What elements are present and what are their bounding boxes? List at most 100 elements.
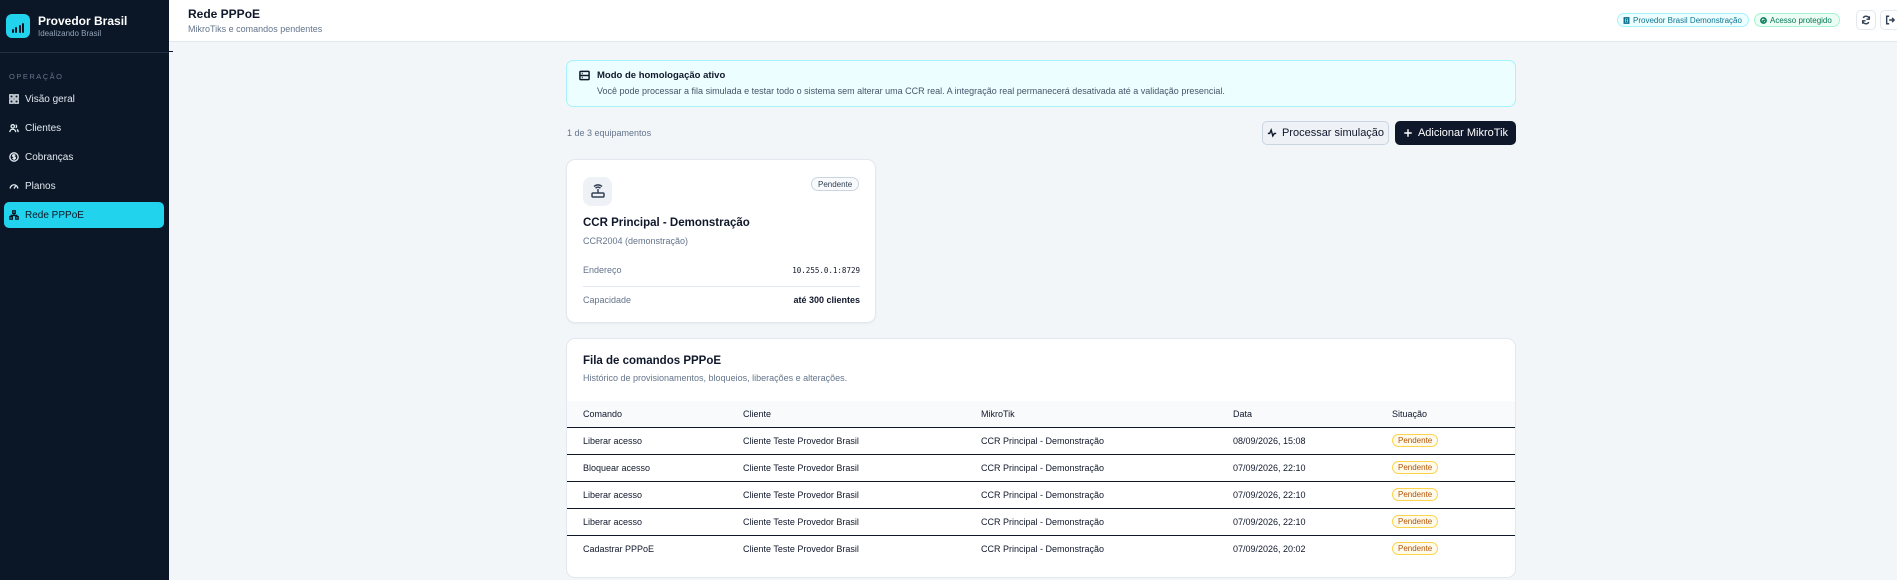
shield-check-icon xyxy=(1760,16,1767,24)
sidebar-item-plans[interactable]: Planos xyxy=(4,173,164,199)
page-subtitle: MikroTiks e comandos pendentes xyxy=(188,24,323,34)
cell-status: Pendente xyxy=(1392,481,1515,509)
cell-date: 07/09/2026, 22:10 xyxy=(1233,508,1392,536)
cell-status: Pendente xyxy=(1392,427,1515,455)
network-icon xyxy=(9,210,19,220)
brand-subtitle: Idealizando Brasil xyxy=(38,28,102,38)
table-row[interactable]: Liberar acesso Cliente Teste Provedor Br… xyxy=(567,427,1515,455)
column-header-mikrotik: MikroTik xyxy=(981,401,1233,428)
status-badge: Pendente xyxy=(1392,542,1439,556)
refresh-button[interactable] xyxy=(1856,10,1876,30)
column-header-status: Situação xyxy=(1392,401,1515,428)
sidebar-item-label: Visão geral xyxy=(25,93,75,105)
cell-status: Pendente xyxy=(1392,454,1515,482)
users-icon xyxy=(9,124,19,133)
activity-icon xyxy=(1267,128,1277,138)
add-mikrotik-button[interactable]: Adicionar MikroTik xyxy=(1395,121,1516,145)
command-queue-card: Fila de comandos PPPoE Histórico de prov… xyxy=(566,338,1516,578)
cell-command: Cadastrar PPPoE xyxy=(583,543,655,554)
process-simulation-label: Processar simulação xyxy=(1281,127,1385,139)
cell-client: Cliente Teste Provedor Brasil xyxy=(743,454,981,482)
status-badge: Pendente xyxy=(1392,461,1439,474)
device-capacity-row: Capacidade até 300 clientes xyxy=(583,290,860,310)
capacity-label: Capacidade xyxy=(583,295,632,305)
top-header: Rede PPPoE MikroTiks e comandos pendente… xyxy=(169,0,1897,42)
queue-subtitle: Histórico de provisionamentos, bloqueios… xyxy=(583,373,848,383)
dollar-circle-icon xyxy=(9,152,19,162)
cell-date: 08/09/2026, 15:08 xyxy=(1233,427,1392,455)
address-label: Endereço xyxy=(583,265,622,275)
notice-title: Modo de homologação ativo xyxy=(597,70,726,81)
grid-icon xyxy=(9,94,19,104)
column-header-date: Data xyxy=(1233,401,1392,428)
sidebar-item-pppoe-network[interactable]: Rede PPPoE xyxy=(4,202,164,228)
device-model: CCR2004 (demonstração) xyxy=(583,236,689,246)
command-queue-table: Comando Cliente MikroTik Data Situação L… xyxy=(567,401,1515,562)
cell-date: 07/09/2026, 22:10 xyxy=(1233,481,1392,509)
column-header-client: Cliente xyxy=(743,401,981,428)
status-badge: Pendente xyxy=(1392,515,1439,528)
cell-client: Cliente Teste Provedor Brasil xyxy=(743,543,859,554)
sidebar-edge-divider xyxy=(169,51,173,52)
cell-mikrotik: CCR Principal - Demonstração xyxy=(981,481,1233,509)
equipment-count: 1 de 3 equipamentos xyxy=(567,128,652,138)
sidebar-item-billing[interactable]: Cobranças xyxy=(4,144,164,170)
sidebar-item-clients[interactable]: Clientes xyxy=(4,115,164,141)
signal-bars-icon xyxy=(6,14,30,38)
divider xyxy=(583,286,860,287)
sidebar-item-label: Planos xyxy=(25,180,56,192)
cell-mikrotik: CCR Principal - Demonstração xyxy=(981,427,1233,455)
status-badge: Pendente xyxy=(1392,434,1439,447)
table-header-row: Comando Cliente MikroTik Data Situação xyxy=(567,401,1515,428)
mikrotik-card[interactable]: Pendente CCR Principal - Demonstração CC… xyxy=(566,159,876,323)
table-row[interactable]: Cadastrar PPPoE Cliente Teste Provedor B… xyxy=(567,535,1515,562)
gauge-icon xyxy=(9,184,19,189)
plus-icon xyxy=(1404,129,1412,137)
homologation-notice: Modo de homologação ativo Você pode proc… xyxy=(566,60,1516,107)
address-value: 10.255.0.1:8729 xyxy=(792,265,860,275)
logout-icon xyxy=(1885,15,1895,25)
server-icon xyxy=(579,70,590,81)
refresh-icon xyxy=(1861,15,1871,25)
add-mikrotik-label: Adicionar MikroTik xyxy=(1417,127,1509,139)
device-status-badge: Pendente xyxy=(811,177,860,191)
queue-title: Fila de comandos PPPoE xyxy=(583,355,722,367)
table-row[interactable]: Liberar acesso Cliente Teste Provedor Br… xyxy=(567,508,1515,536)
security-badge-label: Acesso protegido xyxy=(1770,15,1832,25)
cell-command: Liberar acesso xyxy=(567,508,743,536)
cell-mikrotik: CCR Principal - Demonstração xyxy=(981,508,1233,536)
cell-command: Liberar acesso xyxy=(567,481,743,509)
page-title: Rede PPPoE xyxy=(188,7,261,21)
table-row[interactable]: Bloquear acesso Cliente Teste Provedor B… xyxy=(567,454,1515,482)
brand-name: Provedor Brasil xyxy=(38,13,128,28)
sidebar: Provedor Brasil Idealizando Brasil OPERA… xyxy=(0,0,169,580)
capacity-value: até 300 clientes xyxy=(793,295,860,305)
sidebar-item-overview[interactable]: Visão geral xyxy=(4,86,164,112)
tenant-badge-label: Provedor Brasil Demonstração xyxy=(1633,15,1742,25)
cell-command: Bloquear acesso xyxy=(567,454,743,482)
status-badge: Pendente xyxy=(1392,488,1439,501)
cell-status: Pendente xyxy=(1392,535,1515,562)
cell-date: 07/09/2026, 20:02 xyxy=(1233,543,1306,554)
cell-client: Cliente Teste Provedor Brasil xyxy=(743,508,981,536)
notice-text: Você pode processar a fila simulada e te… xyxy=(597,86,1225,96)
building-icon xyxy=(1623,16,1630,24)
cell-client: Cliente Teste Provedor Brasil xyxy=(743,481,981,509)
nav-section-label: OPERAÇÃO xyxy=(9,72,64,81)
device-name: CCR Principal - Demonstração xyxy=(583,217,750,229)
cell-status: Pendente xyxy=(1392,508,1515,536)
cell-mikrotik: CCR Principal - Demonstração xyxy=(981,543,1105,554)
column-header-command: Comando xyxy=(567,401,743,428)
cell-date: 07/09/2026, 22:10 xyxy=(1233,454,1392,482)
sidebar-item-label: Cobranças xyxy=(25,151,74,163)
logout-button[interactable] xyxy=(1880,10,1897,30)
tenant-badge: Provedor Brasil Demonstração xyxy=(1617,13,1749,27)
security-badge: Acesso protegido xyxy=(1754,13,1840,27)
cell-client: Cliente Teste Provedor Brasil xyxy=(743,427,981,455)
table-row[interactable]: Liberar acesso Cliente Teste Provedor Br… xyxy=(567,481,1515,509)
device-address-row: Endereço 10.255.0.1:8729 xyxy=(583,260,860,280)
brand[interactable]: Provedor Brasil Idealizando Brasil xyxy=(0,0,169,53)
process-simulation-button[interactable]: Processar simulação xyxy=(1262,121,1389,145)
sidebar-item-label: Rede PPPoE xyxy=(25,209,84,221)
cell-command: Liberar acesso xyxy=(567,427,743,455)
